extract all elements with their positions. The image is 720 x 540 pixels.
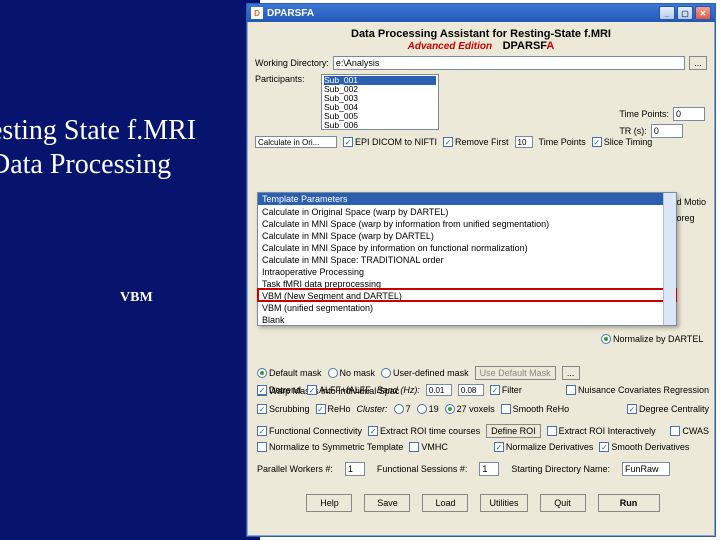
window-title: DPARSFA [267, 8, 314, 19]
app-window: D DPARSFA _ ▢ ✕ Data Processing Assistan… [246, 3, 716, 537]
cluster-27-radio[interactable]: 27 voxels [445, 404, 495, 414]
quit-button[interactable]: Quit [540, 494, 586, 512]
parallel-workers-input[interactable]: 1 [345, 462, 365, 476]
use-default-mask-button[interactable]: Use Default Mask [475, 366, 556, 380]
epi-dicom-checkbox[interactable]: ✓EPI DICOM to NIFTI [343, 137, 437, 147]
alff-checkbox[interactable]: ✓ALFF+fALFF [307, 385, 371, 395]
degree-centrality-checkbox[interactable]: ✓Degree Centrality [627, 404, 709, 414]
run-button[interactable]: Run [598, 494, 660, 512]
functional-sessions-input[interactable]: 1 [479, 462, 499, 476]
working-dir-row: Working Directory: e:\Analysis ... [255, 56, 707, 70]
app-header: Data Processing Assistant for Resting-St… [255, 28, 707, 40]
band-high-input[interactable]: 0.08 [458, 384, 484, 396]
template-dropdown[interactable]: Template Parameters Calculate in Origina… [257, 192, 677, 326]
user-mask-radio[interactable]: User-defined mask [381, 368, 469, 378]
starting-dir-label: Starting Directory Name: [511, 464, 610, 474]
band-label: Band (Hz): [377, 385, 420, 395]
band-low-input[interactable]: 0.01 [426, 384, 452, 396]
load-button[interactable]: Load [422, 494, 468, 512]
normalize-derivatives-checkbox[interactable]: ✓Normalize Derivatives [494, 442, 594, 452]
default-mask-radio[interactable]: Default mask [257, 368, 322, 378]
dropdown-option[interactable]: Calculate in Original Space (warp by DAR… [258, 205, 676, 217]
title-bar[interactable]: D DPARSFA _ ▢ ✕ [247, 4, 715, 22]
minimize-button[interactable]: _ [659, 6, 675, 20]
dropdown-option[interactable]: Blank [258, 313, 676, 325]
dropdown-option[interactable]: VBM (unified segmentation) [258, 301, 676, 313]
close-button[interactable]: ✕ [695, 6, 711, 20]
slide-subtitle: VBM [120, 290, 153, 306]
list-item[interactable]: Sub_006 [324, 121, 436, 130]
participants-label: Participants: [255, 74, 315, 84]
dropdown-option[interactable]: Calculate in MNI Space (warp by DARTEL) [258, 229, 676, 241]
slide-title-line2: Data Processing [0, 149, 230, 181]
nuisance-checkbox[interactable]: Nuisance Covariates Regression [566, 385, 709, 395]
app-subheader: Advanced Edition DPARSFA [255, 40, 707, 52]
functional-sessions-label: Functional Sessions #: [377, 464, 468, 474]
dropdown-option[interactable]: Calculate in MNI Space: TRADITIONAL orde… [258, 253, 676, 265]
time-points-label: Time Points: [619, 109, 669, 119]
dropdown-option[interactable]: Calculate in MNI Space (warp by informat… [258, 217, 676, 229]
no-mask-radio[interactable]: No mask [328, 368, 376, 378]
tr-label: TR (s): [619, 126, 647, 136]
extract-roi-checkbox[interactable]: ✓Extract ROI time courses [368, 426, 480, 436]
detrend-checkbox[interactable]: ✓Detrend [257, 385, 301, 395]
filter-checkbox[interactable]: ✓Filter [490, 385, 522, 395]
save-button[interactable]: Save [364, 494, 410, 512]
time-points-text: Time Points [539, 137, 586, 147]
template-select[interactable]: Calculate in Ori... [255, 136, 337, 148]
cluster-label: Cluster: [357, 404, 388, 414]
scrubbing-checkbox[interactable]: ✓Scrubbing [257, 404, 310, 414]
remove-first-n-input[interactable]: 10 [515, 136, 533, 148]
app-icon: D [251, 7, 263, 19]
working-dir-input[interactable]: e:\Analysis [333, 56, 685, 70]
working-dir-browse-button[interactable]: ... [689, 56, 707, 70]
fc-checkbox[interactable]: ✓Functional Connectivity [257, 426, 362, 436]
cluster-7-radio[interactable]: 7 [394, 404, 411, 414]
parallel-workers-label: Parallel Workers #: [257, 464, 333, 474]
dropdown-header: Template Parameters [258, 193, 676, 205]
remove-first-checkbox[interactable]: ✓Remove First [443, 137, 509, 147]
extract-roi-interactive-checkbox[interactable]: Extract ROI Interactively [547, 426, 656, 436]
slide-title: esting State f.MRI Data Processing [0, 115, 230, 181]
reho-checkbox[interactable]: ✓ReHo [316, 404, 351, 414]
brand-label: DPARSFA [503, 40, 555, 52]
mask-browse-button[interactable]: ... [562, 366, 580, 380]
participants-listbox[interactable]: Sub_001 Sub_002 Sub_003 Sub_004 Sub_005 … [321, 74, 439, 130]
smooth-derivatives-checkbox[interactable]: ✓Smooth Derivatives [599, 442, 689, 452]
tr-input[interactable]: 0 [651, 124, 683, 138]
dropdown-option[interactable]: Calculate in MNI Space by information on… [258, 241, 676, 253]
utilities-button[interactable]: Utilities [480, 494, 527, 512]
starting-dir-input[interactable]: FunRaw [622, 462, 670, 476]
working-dir-label: Working Directory: [255, 58, 329, 68]
define-roi-button[interactable]: Define ROI [486, 424, 541, 438]
edition-label: Advanced Edition [408, 41, 492, 52]
dropdown-option[interactable]: Intraoperative Processing [258, 265, 676, 277]
cwas-checkbox[interactable]: CWAS [670, 426, 709, 436]
vmhc-checkbox[interactable]: VMHC [409, 442, 448, 452]
normalize-dartel-radio[interactable]: Normalize by DARTEL [601, 332, 703, 346]
symmetric-template-checkbox[interactable]: Normalize to Symmetric Template [257, 442, 403, 452]
maximize-button[interactable]: ▢ [677, 6, 693, 20]
cluster-19-radio[interactable]: 19 [417, 404, 439, 414]
dropdown-option-selected[interactable]: VBM (New Segment and DARTEL) [258, 289, 676, 301]
smooth-reho-checkbox[interactable]: Smooth ReHo [501, 404, 570, 414]
slide-title-line1: esting State f.MRI [0, 115, 230, 147]
dropdown-option[interactable]: Task fMRI data preprocessing [258, 277, 676, 289]
help-button[interactable]: Help [306, 494, 352, 512]
time-points-input[interactable]: 0 [673, 107, 705, 121]
